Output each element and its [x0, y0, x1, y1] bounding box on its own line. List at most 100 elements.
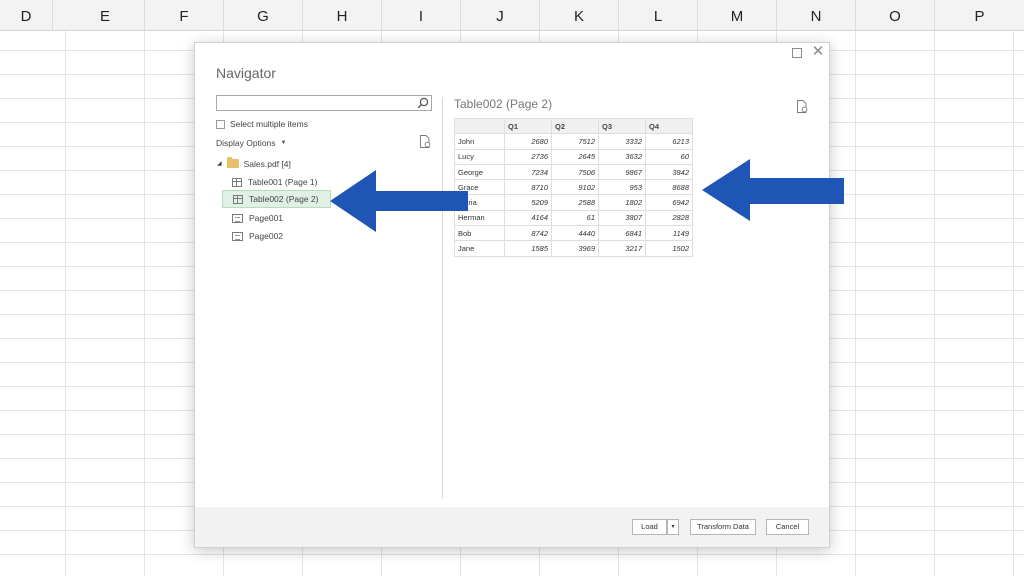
column-header-o[interactable]: O — [856, 0, 935, 31]
arrow-shape — [702, 159, 844, 221]
table-cell: 2680 — [504, 133, 552, 150]
transform-data-button[interactable]: Transform Data — [690, 519, 756, 535]
tree-item-label: Page002 — [249, 231, 284, 241]
page-icon — [232, 213, 243, 223]
table-cell: 4440 — [551, 225, 599, 242]
table-cell: 7512 — [551, 133, 599, 150]
column-header: Q2 — [551, 117, 599, 135]
table-cell: 1502 — [645, 240, 693, 257]
select-multiple-label: Select multiple items — [230, 119, 308, 129]
table-icon — [232, 177, 242, 187]
table-cell: 6213 — [645, 133, 693, 150]
folder-icon — [226, 157, 239, 168]
column-header-j[interactable]: J — [461, 0, 540, 31]
checkbox-box[interactable] — [216, 119, 225, 129]
table-cell: 60 — [645, 148, 693, 165]
preview-title: Table002 (Page 2) — [454, 97, 553, 111]
table-cell: 5209 — [504, 194, 552, 211]
tree-root-sales-pdf[interactable]: ◢ Sales.pdf [4] — [217, 155, 291, 172]
select-multiple-checkbox[interactable]: Select multiple items — [216, 118, 308, 130]
column-header-m[interactable]: M — [698, 0, 777, 31]
table-cell: 3969 — [551, 240, 599, 257]
table-cell: 6942 — [645, 194, 693, 211]
tree-item-label: Table001 (Page 1) — [248, 177, 318, 187]
column-header-bar: D E F G H I J K L M N O P — [0, 0, 1024, 31]
column-header-n[interactable]: N — [777, 0, 856, 31]
column-header-k[interactable]: K — [540, 0, 619, 31]
expand-triangle-icon[interactable]: ◢ — [217, 160, 222, 167]
dialog-title: Navigator — [216, 65, 276, 81]
table-cell: 2828 — [645, 209, 693, 227]
table-cell: 953 — [598, 179, 646, 196]
table-cell: 2736 — [504, 148, 552, 165]
column-header-d[interactable]: D — [0, 0, 53, 31]
maximize-button[interactable] — [791, 47, 803, 59]
tree-root-label: Sales.pdf [4] — [243, 158, 291, 169]
table-cell: 9102 — [551, 179, 599, 196]
table-cell: 2588 — [551, 194, 599, 211]
navigator-dialog: ✕ Navigator Select multiple items Displa… — [194, 42, 830, 548]
column-header-f[interactable]: F — [145, 0, 224, 31]
load-button[interactable]: Load — [632, 519, 667, 535]
table-icon — [233, 194, 243, 204]
page-icon — [232, 231, 243, 241]
row-name-cell: John — [454, 133, 505, 150]
search-input[interactable] — [216, 95, 432, 111]
table-row: Bob 8742 4440 6841 1149 — [454, 225, 693, 242]
dialog-footer: Load ▾ Transform Data Cancel — [195, 507, 829, 547]
column-header-i[interactable]: I — [382, 0, 461, 31]
chevron-down-icon: ▼ — [280, 140, 287, 146]
column-header-g[interactable]: G — [224, 0, 303, 31]
table-cell: 4164 — [504, 209, 552, 227]
table-cell: 1802 — [598, 194, 646, 211]
search-icon[interactable] — [416, 96, 430, 110]
table-cell: 8688 — [645, 179, 693, 196]
arrow-shape — [330, 170, 468, 232]
refresh-document-icon[interactable] — [419, 135, 431, 148]
table-cell: 2645 — [551, 148, 599, 165]
table-row: Grace 8710 9102 953 8688 — [454, 179, 693, 196]
tree-item-page002[interactable]: Page002 — [222, 227, 331, 245]
tree-item-table002[interactable]: Table002 (Page 2) — [222, 190, 331, 208]
column-header: Q1 — [504, 117, 552, 135]
tree-item-label: Page001 — [249, 213, 284, 223]
column-header-h[interactable]: H — [303, 0, 382, 31]
tree-item-page001[interactable]: Page001 — [222, 209, 331, 227]
table-cell: 1149 — [645, 225, 693, 242]
close-button[interactable]: ✕ — [811, 44, 825, 60]
table-row: John 2680 7512 3332 6213 — [454, 133, 693, 150]
row-name-cell: Lucy — [454, 148, 505, 165]
pane-divider[interactable] — [442, 97, 443, 499]
left-pointing-arrow-annotation — [330, 170, 468, 232]
table-cell: 3217 — [598, 240, 646, 257]
table-cell: 9867 — [598, 163, 646, 181]
table-row: Jane 1585 3969 3217 1502 — [454, 240, 693, 257]
display-options-dropdown[interactable]: Display Options ▼ — [216, 138, 286, 148]
column-header-l[interactable]: L — [619, 0, 698, 31]
table-cell: 61 — [551, 209, 599, 227]
table-cell: 3332 — [598, 133, 646, 150]
table-row: Maria 5209 2588 1802 6942 — [454, 194, 693, 211]
column-header-e[interactable]: E — [66, 0, 145, 31]
load-dropdown-button[interactable]: ▾ — [667, 519, 679, 535]
column-header: Q3 — [598, 117, 646, 135]
cancel-button[interactable]: Cancel — [766, 519, 809, 535]
table-cell: 3842 — [645, 163, 693, 181]
table-cell: 8710 — [504, 179, 552, 196]
refresh-document-icon[interactable] — [796, 100, 808, 113]
tree-item-table001[interactable]: Table001 (Page 1) — [222, 173, 331, 191]
column-header-p[interactable]: P — [935, 0, 1024, 31]
table-row: Lucy 2736 2645 3632 60 — [454, 148, 693, 165]
table-cell: 1585 — [504, 240, 552, 257]
display-options-label: Display Options — [216, 138, 276, 148]
table-cell: 3632 — [598, 148, 646, 165]
tree-item-label: Table002 (Page 2) — [249, 194, 319, 204]
left-pointing-arrow-annotation — [702, 159, 844, 221]
table-cell: 6841 — [598, 225, 646, 242]
column-header: Q4 — [645, 117, 693, 135]
table-cell: 8742 — [504, 225, 552, 242]
row-name-cell: Jane — [454, 240, 505, 257]
table-header-row: Q1 Q2 Q3 Q4 — [454, 117, 693, 135]
table-row: George 7234 7506 9867 3842 — [454, 163, 693, 181]
column-header — [454, 117, 505, 135]
